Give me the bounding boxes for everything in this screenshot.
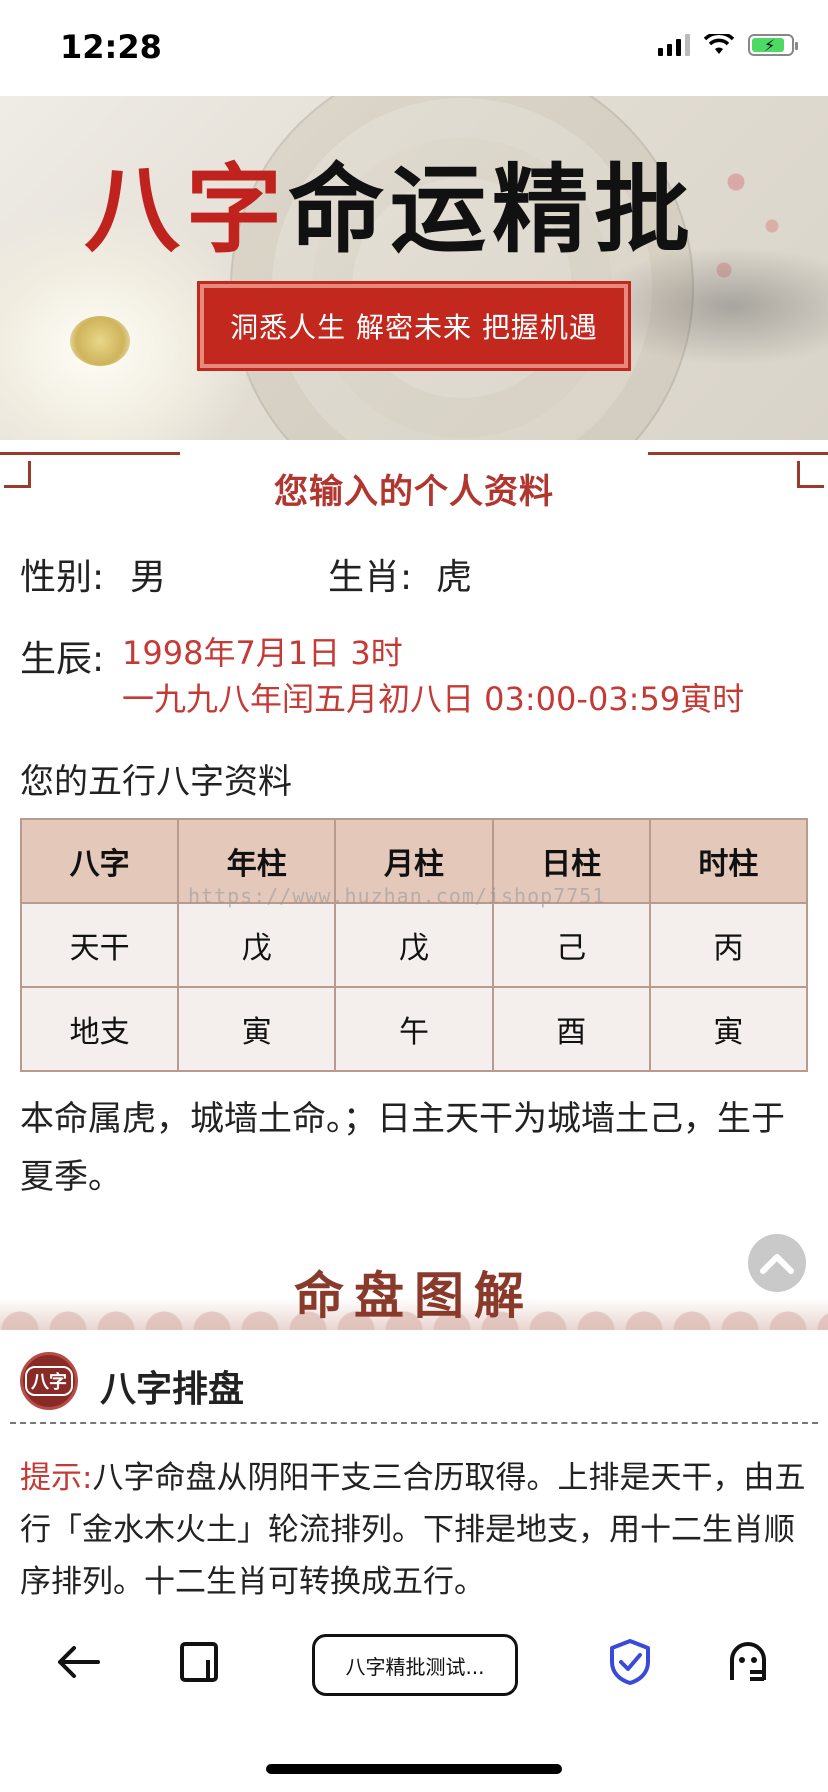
- banner-subtitle: 洞悉人生 解密未来 把握机遇: [197, 281, 631, 371]
- privacy-shield-button[interactable]: [602, 1634, 658, 1690]
- table-row: 地支 寅 午 酉 寅: [19, 986, 809, 1072]
- browser-toolbar: 八字精批测试...: [0, 1604, 828, 1724]
- table-row: 天干 戊 戊 己 丙: [19, 902, 809, 988]
- shield-check-icon: [610, 1639, 650, 1685]
- tip-label: 提示:: [20, 1460, 93, 1496]
- paipan-title: 八字排盘: [100, 1369, 245, 1410]
- back-button[interactable]: [50, 1634, 106, 1690]
- table-cell: 午: [334, 986, 494, 1072]
- table-cell: 酉: [491, 986, 651, 1072]
- paipan-header: 八字 八字排盘: [20, 1352, 808, 1424]
- profile-section-title: 您输入的个人资料: [274, 472, 554, 512]
- zodiac-label: 生肖:: [328, 557, 413, 598]
- table-cell: 己: [491, 902, 651, 988]
- table-cell: 天干: [19, 902, 180, 988]
- chevron-up-icon: [760, 1254, 794, 1274]
- incognito-button[interactable]: [720, 1634, 776, 1690]
- table-cell: 寅: [648, 986, 809, 1072]
- tabs-button[interactable]: [172, 1634, 228, 1690]
- table-header-cell: 时柱: [648, 818, 809, 904]
- watermark-text: https://www.huzhan.com/ishop7751: [188, 884, 606, 908]
- table-cell: 戊: [177, 902, 337, 988]
- banner-title: 八字命运精批: [84, 132, 696, 271]
- table-cell: 地支: [19, 986, 180, 1072]
- battery-charging-icon: ⚡: [748, 34, 798, 56]
- address-bar[interactable]: 八字精批测试...: [312, 1634, 518, 1696]
- profile-section-header: 您输入的个人资料: [0, 452, 828, 516]
- lotus-center-decoration: [70, 316, 130, 366]
- tip-paragraph: 提示:八字命盘从阴阳干支三合历取得。上排是天干，由五行「金水木火土」轮流排列。下…: [20, 1452, 810, 1608]
- hero-banner: 八字命运精批 洞悉人生 解密未来 把握机遇: [0, 96, 828, 440]
- tip-text: 八字命盘从阴阳干支三合历取得。上排是天干，由五行「金水木火土」轮流排列。下排是地…: [20, 1460, 806, 1600]
- birth-solar-date: 1998年7月1日 3时: [122, 634, 403, 672]
- wifi-icon: [704, 34, 734, 54]
- dashed-divider: [10, 1422, 818, 1424]
- back-arrow-icon: [58, 1646, 100, 1678]
- table-cell: 寅: [177, 986, 337, 1072]
- status-icons: ⚡: [658, 34, 798, 56]
- home-indicator: [266, 1764, 562, 1774]
- fate-description: 本命属虎，城墙土命。；日主天干为城墙土己，生于夏季。: [20, 1099, 785, 1197]
- banner-title-black: 命运精批: [288, 153, 696, 266]
- table-header-cell: 八字: [19, 818, 180, 904]
- status-bar: 12:28 ⚡: [0, 0, 828, 96]
- status-time: 12:28: [60, 28, 162, 66]
- ghost-icon: [730, 1642, 766, 1681]
- mingpan-section-banner: 命盘图解: [0, 1250, 828, 1330]
- table-cell: 丙: [648, 902, 809, 988]
- seal-text: 八字: [25, 1366, 73, 1396]
- table-cell: 戊: [334, 902, 494, 988]
- birth-label: 生辰:: [20, 639, 105, 680]
- banner-title-red: 八字: [84, 153, 288, 266]
- birth-lunar-date: 一九九八年闰五月初八日 03:00-03:59寅时: [122, 680, 745, 718]
- zodiac-value: 虎: [436, 557, 473, 598]
- bazi-seal-icon: 八字: [20, 1352, 78, 1410]
- mingpan-title: 命盘图解: [294, 1266, 534, 1325]
- gender-label: 性别:: [20, 557, 105, 598]
- back-to-top-button[interactable]: [748, 1234, 806, 1292]
- gender-value: 男: [130, 557, 167, 598]
- bazi-table: 八字 年柱 月柱 日柱 时柱 天干 戊 戊 己 丙 地支 寅 午 酉 寅: [19, 818, 809, 1072]
- cellular-signal-icon: [658, 34, 690, 56]
- tabs-icon: [180, 1642, 218, 1682]
- wuxing-title: 您的五行八字资料: [20, 762, 292, 802]
